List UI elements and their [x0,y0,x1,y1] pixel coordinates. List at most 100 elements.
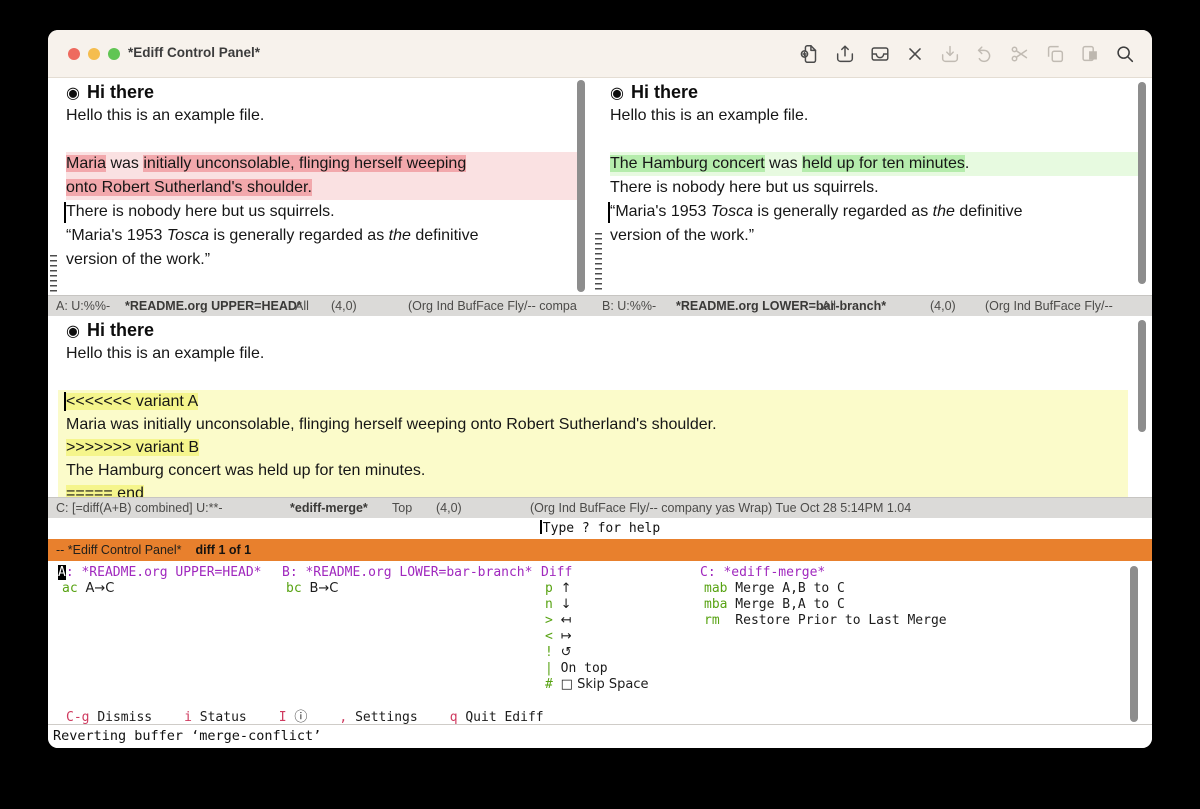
panel-header-bar: -- *Ediff Control Panel* diff 1 of 1 [48,539,1152,561]
text-line: version of the work.” [48,248,590,272]
help-hint: Type ? for help [543,521,660,536]
minimize-window-button[interactable] [88,48,100,60]
merge-buffer-scrollbar[interactable] [1138,320,1146,432]
panel-key-prev-diff[interactable]: p ↑ [545,581,572,596]
modeline-a-coords: (4,0) [331,299,357,313]
panel-key-settings[interactable]: , Settings [339,710,417,725]
block-cursor: A [58,565,66,580]
panel-key-rm[interactable]: rm Restore Prior to Last Merge [704,613,947,628]
panel-col-c-header: C: *ediff-merge* [700,565,825,580]
modeline-c[interactable]: C: [=diff(A+B) combined] U:**- *ediff-me… [48,497,1152,518]
text-line: There is nobody here but us squirrels. [592,176,1152,200]
conflict-marker-b: >>>>>>> variant B [66,436,1128,459]
modeline-c-modes: (Org Ind BufFace Fly/-- company yas Wrap… [530,501,911,515]
panel-key-on-top[interactable]: | On top [545,661,608,676]
window-title: *Ediff Control Panel* [128,45,260,60]
text-cursor [540,520,542,534]
panel-key-shrink-left[interactable]: < ↦ [545,629,572,644]
text-line: There is nobody here but us squirrels. [48,200,590,224]
modeline-c-prefix: C: [=diff(A+B) combined] U:**- [56,501,223,515]
text-line: “Maria's 1953 Tosca is generally regarde… [592,200,1152,224]
modeline-a-buffer-name: *README.org UPPER=HEAD* [125,299,302,313]
org-bullet-icon: ◉ [610,83,624,102]
conflict-marker-a: <<<<<<< variant A [66,390,1128,413]
panel-key-quit[interactable]: q Quit Ediff [450,710,544,725]
fringe-empty-line-indicator [595,233,602,291]
share-icon[interactable] [834,43,856,65]
org-bullet-icon: ◉ [66,83,80,102]
panel-key-skip-space[interactable]: # □ Skip Space [545,677,648,692]
modeline-a-modes: (Org Ind BufFace Fly/-- compa [408,299,577,313]
ediff-control-panel[interactable]: A: *README.org UPPER=HEAD* B: *README.or… [48,561,1152,724]
text-line: Hello this is an example file. [48,342,1152,366]
panel-col-a-header: A: *README.org UPPER=HEAD* [58,565,262,580]
modeline-b-buffer-name: *README.org LOWER=bar-branch* [676,299,886,313]
buffer-a-scrollbar[interactable] [577,80,585,292]
undo-icon[interactable] [974,43,996,65]
conflict-marker-end: ===== end [66,482,1128,497]
modeline-a-prefix: A: U:%%- [56,299,110,313]
close-icon[interactable] [904,43,926,65]
copy-icon[interactable] [1044,43,1066,65]
blank-line [48,128,590,152]
buffer-b-scrollbar[interactable] [1138,82,1146,284]
zoom-window-button[interactable] [108,48,120,60]
panel-header-title: -- *Ediff Control Panel* [56,543,182,557]
modeline-b-prefix: B: U:%%- [602,299,656,313]
conflict-body-b: The Hamburg concert was held up for ten … [66,459,1128,482]
panel-bottom-keys: C-g Dismiss i Status I ⓘ , Settings q Qu… [66,710,544,725]
modeline-c-position: Top [392,501,412,515]
cut-icon[interactable] [1009,43,1031,65]
panel-key-recompute[interactable]: ! ↺ [545,645,572,660]
panel-scrollbar[interactable] [1130,566,1138,722]
panel-col-diff-header: Diff [541,565,572,580]
diff-a-line-2: onto Robert Sutherland's shoulder. [66,176,578,200]
panel-key-next-diff[interactable]: n ↓ [545,597,572,612]
info-icon: ⓘ [294,710,307,725]
panel-key-status[interactable]: i Status [184,710,247,725]
text-cursor [64,392,66,411]
buffer-a-window[interactable]: ◉Hi there Hello this is an example file.… [48,78,590,295]
emacs-window: *Ediff Control Panel* [48,30,1152,748]
buffer-b-window[interactable]: ◉Hi there Hello this is an example file.… [592,78,1152,295]
panel-col-b-header: B: *README.org LOWER=bar-branch* [282,565,532,580]
diff-a-line-1: Maria was initially unconsolable, flingi… [66,152,578,176]
modeline-b-coords: (4,0) [930,299,956,313]
org-bullet-icon: ◉ [66,321,80,340]
drawer-icon[interactable] [869,43,891,65]
toolbar [799,43,1136,65]
modeline-a-b[interactable]: A: U:%%- *README.org UPPER=HEAD* All (4,… [48,295,1152,316]
panel-key-mab[interactable]: mab Merge A,B to C [704,581,845,596]
modeline-c-buffer-name: *ediff-merge* [290,501,368,515]
panel-key-dismiss[interactable]: C-g Dismiss [66,710,152,725]
modeline-b-modes: (Org Ind BufFace Fly/-- [985,299,1113,313]
save-icon[interactable] [939,43,961,65]
modeline-a-position: All [295,299,309,313]
paste-icon[interactable] [1079,43,1101,65]
org-heading: ◉Hi there [48,318,1152,342]
panel-diff-counter: diff 1 of 1 [196,543,252,557]
search-icon[interactable] [1114,43,1136,65]
screenshot-stage: *Ediff Control Panel* [0,0,1200,809]
text-line: Hello this is an example file. [48,104,590,128]
panel-key-bc[interactable]: bc B→C [286,581,338,596]
traffic-lights [68,48,120,60]
panel-key-info[interactable]: I ⓘ [279,710,308,725]
conflict-body-a: Maria was initially unconsolable, flingi… [66,413,1128,436]
org-heading: ◉Hi there [48,80,590,104]
text-line: Hello this is an example file. [592,104,1152,128]
titlebar[interactable]: *Ediff Control Panel* [48,30,1152,78]
merge-conflict-region: <<<<<<< variant A Maria was initially un… [58,390,1128,497]
merge-buffer-window[interactable]: ◉Hi there Hello this is an example file.… [48,316,1152,497]
blank-line [48,366,1152,390]
text-cursor [64,202,66,223]
close-window-button[interactable] [68,48,80,60]
text-line: “Maria's 1953 Tosca is generally regarde… [48,224,590,248]
new-document-icon[interactable] [799,43,821,65]
panel-key-mba[interactable]: mba Merge B,A to C [704,597,845,612]
panel-key-shrink-right[interactable]: > ↤ [545,613,572,628]
panel-help-hint-line[interactable]: Type ? for help [48,518,1152,539]
modeline-c-coords: (4,0) [436,501,462,515]
modeline-b-position: All [822,299,836,313]
panel-key-ac[interactable]: ac A→C [62,581,114,596]
